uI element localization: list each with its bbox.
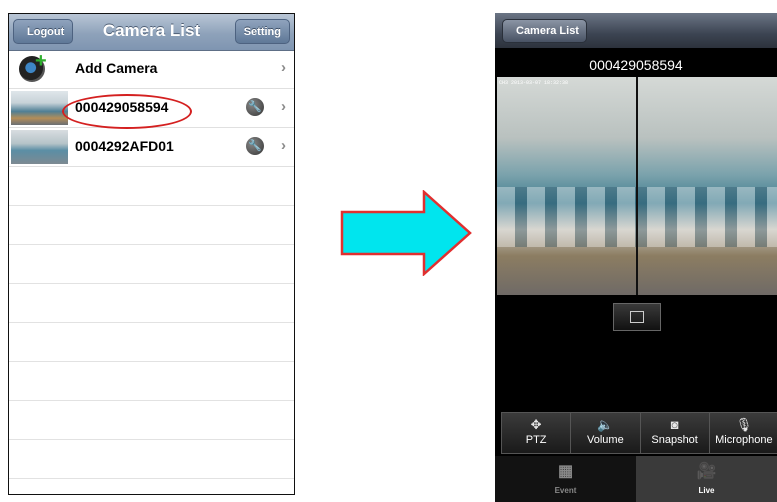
- chevron-right-icon: ›: [281, 137, 286, 154]
- camera-title: 000429058594: [589, 57, 683, 73]
- empty-row: [9, 440, 294, 479]
- chevron-right-icon: ›: [281, 59, 286, 76]
- microphone-label: Microphone: [715, 434, 773, 446]
- wrench-icon[interactable]: 🔧: [246, 137, 264, 155]
- ptz-button[interactable]: ✥ PTZ: [502, 413, 572, 453]
- microphone-button[interactable]: 🎙 Microphone: [710, 413, 777, 453]
- calendar-icon: ▦: [557, 463, 574, 480]
- back-button[interactable]: Camera List: [502, 19, 587, 43]
- empty-row: [9, 284, 294, 323]
- tab-event-label: Event: [554, 486, 577, 495]
- live-video-feed[interactable]: CH3 2013-03-07 18:32:38: [497, 77, 777, 295]
- video-camera-icon: 🎥: [696, 463, 717, 480]
- empty-row: [9, 245, 294, 284]
- plus-icon: +: [35, 50, 47, 72]
- ptz-label: PTZ: [525, 434, 547, 446]
- add-camera-row[interactable]: + Add Camera ›: [9, 50, 294, 89]
- split-line: [636, 77, 638, 295]
- tab-bar: ▦ Event 🎥 Live: [495, 456, 777, 502]
- snapshot-label: Snapshot: [651, 434, 698, 446]
- square-icon: [630, 311, 644, 323]
- empty-row: [9, 323, 294, 362]
- live-view-screen: Camera List 000429058594 CH3 2013-03-07 …: [495, 13, 777, 502]
- highlight-ellipse: [62, 94, 192, 129]
- camera-thumbnail: [11, 91, 68, 125]
- microphone-icon: 🎙: [735, 417, 753, 432]
- tab-live[interactable]: 🎥 Live: [636, 456, 777, 502]
- navigation-bar: Logout Camera List Setting: [9, 14, 294, 51]
- ptz-icon: ✥: [530, 417, 542, 432]
- camera-id-label: 0004292AFD01: [75, 138, 174, 154]
- volume-label: Volume: [587, 434, 624, 446]
- video-timestamp: CH3 2013-03-07 18:32:38: [499, 80, 569, 86]
- tab-live-label: Live: [698, 486, 715, 495]
- setting-button[interactable]: Setting: [234, 19, 290, 44]
- layout-toggle-button[interactable]: [613, 303, 661, 331]
- camera-icon: ◙: [670, 417, 679, 432]
- tab-event[interactable]: ▦ Event: [495, 456, 636, 502]
- camera-list-screen: Logout Camera List Setting + Add Camera …: [8, 13, 295, 495]
- transition-arrow: [340, 190, 472, 276]
- empty-row: [9, 401, 294, 440]
- empty-row: [9, 206, 294, 245]
- chevron-right-icon: ›: [281, 98, 286, 115]
- navigation-bar: Camera List: [495, 13, 777, 48]
- empty-row: [9, 167, 294, 206]
- empty-row: [9, 362, 294, 401]
- camera-thumbnail: [11, 130, 68, 164]
- wrench-icon[interactable]: 🔧: [246, 98, 264, 116]
- volume-button[interactable]: 🔈 Volume: [571, 413, 641, 453]
- camera-row[interactable]: 0004292AFD01 🔧 ›: [9, 128, 294, 167]
- control-toolbar: ✥ PTZ 🔈 Volume ◙ Snapshot 🎙 Microphone: [501, 412, 777, 454]
- snapshot-button[interactable]: ◙ Snapshot: [641, 413, 710, 453]
- add-camera-label: Add Camera: [75, 60, 158, 76]
- speaker-icon: 🔈: [597, 417, 614, 432]
